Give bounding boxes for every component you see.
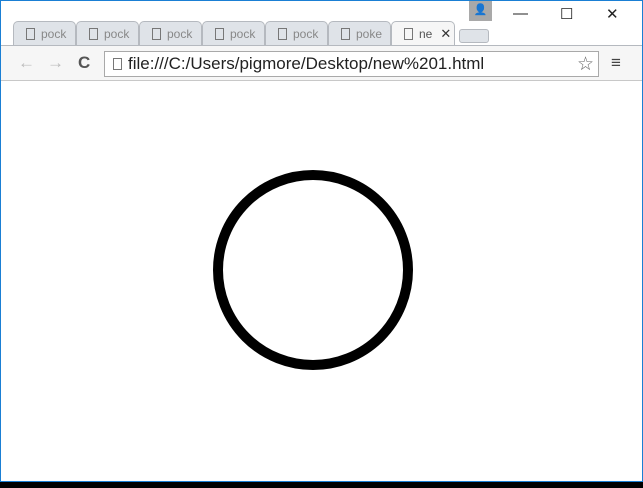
tab[interactable]: poke (328, 21, 391, 45)
tab[interactable]: pock (265, 21, 328, 45)
forward-button[interactable]: → (47, 53, 64, 73)
title-bar: pock pock pock pock pock poke ne ✕ 👤 — ☐ … (1, 1, 642, 45)
page-icon (89, 27, 98, 40)
tab[interactable]: pock (13, 21, 76, 45)
page-icon (341, 27, 350, 40)
tab[interactable]: pock (139, 21, 202, 45)
tab-active[interactable]: ne ✕ (391, 21, 455, 45)
reload-button[interactable]: C (78, 53, 90, 73)
back-button[interactable]: ← (18, 53, 35, 73)
bookmark-star-icon[interactable]: ☆ (577, 53, 594, 76)
tab-close-icon[interactable]: ✕ (440, 26, 451, 42)
page-icon (278, 27, 287, 40)
toolbar: ← → C file:///C:/Users/pigmore/Desktop/n… (1, 45, 642, 81)
maximize-button[interactable]: ☐ (560, 5, 573, 23)
user-icon[interactable]: 👤 (469, 1, 492, 21)
tab-label: pock (167, 26, 193, 41)
browser-window: pock pock pock pock pock poke ne ✕ 👤 — ☐ … (0, 0, 643, 482)
tab-label: ne (419, 26, 433, 41)
page-icon (404, 27, 413, 40)
tab-strip: pock pock pock pock pock poke ne ✕ (13, 21, 489, 45)
menu-button[interactable]: ≡ (611, 53, 621, 73)
url-text[interactable]: file:///C:/Users/pigmore/Desktop/new%201… (128, 54, 484, 74)
page-icon (152, 27, 161, 40)
new-tab-button[interactable] (459, 29, 489, 43)
address-bar[interactable]: file:///C:/Users/pigmore/Desktop/new%201… (104, 51, 599, 77)
tab[interactable]: pock (76, 21, 139, 45)
tab-label: pock (293, 26, 319, 41)
page-icon (26, 27, 35, 40)
close-button[interactable]: ✕ (606, 5, 619, 23)
circle-shape (213, 170, 413, 370)
tab-label: pock (104, 26, 130, 41)
minimize-button[interactable]: — (513, 5, 528, 22)
tab-label: poke (356, 26, 383, 41)
tab-label: pock (41, 26, 67, 41)
tab-label: pock (230, 26, 256, 41)
page-icon (215, 27, 224, 40)
page-icon (113, 58, 122, 70)
tab[interactable]: pock (202, 21, 265, 45)
